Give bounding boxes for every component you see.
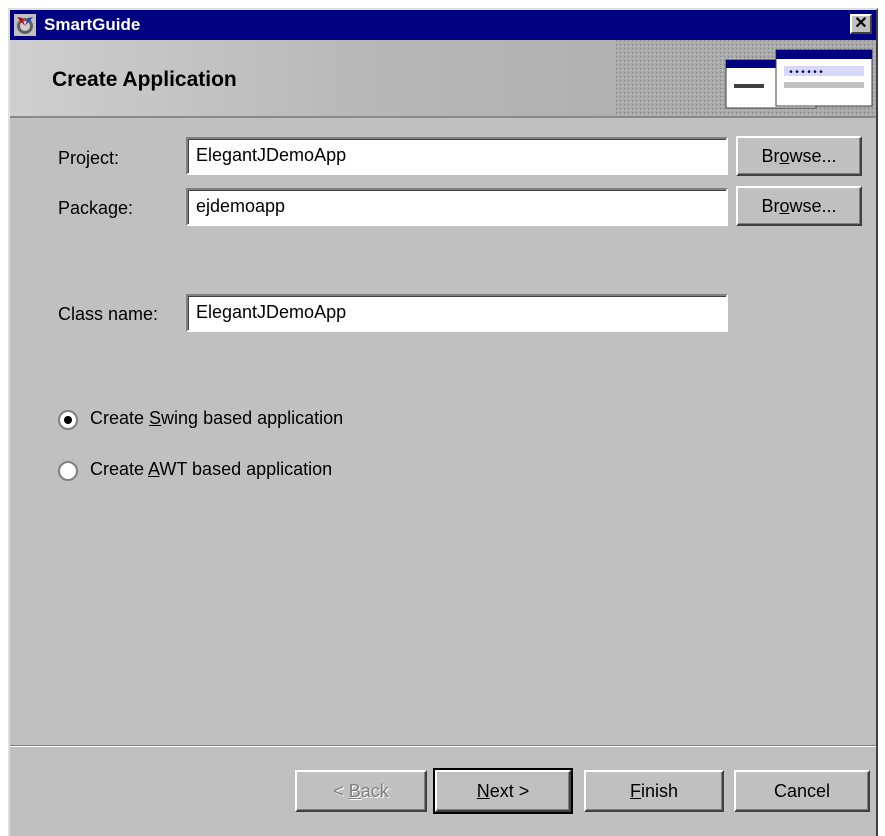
- awt-radio[interactable]: [58, 461, 78, 481]
- footer-separator: [10, 745, 876, 747]
- browse-package-button[interactable]: Browse...: [736, 186, 862, 226]
- page-title: Create Application: [52, 68, 237, 91]
- browse-project-button[interactable]: Browse...: [736, 136, 862, 176]
- smartguide-window: SmartGuide ✕ Create Application •••••• P…: [8, 8, 878, 836]
- next-button[interactable]: Next >: [433, 768, 573, 814]
- title-bar[interactable]: SmartGuide ✕: [10, 10, 876, 40]
- close-button[interactable]: ✕: [850, 14, 872, 34]
- swing-radio[interactable]: [58, 410, 78, 430]
- class-name-label: Class name:: [58, 304, 159, 324]
- svg-text:••••••: ••••••: [788, 68, 824, 79]
- class-name-field[interactable]: ElegantJDemoApp: [186, 294, 728, 332]
- project-field[interactable]: ElegantJDemoApp: [186, 137, 728, 175]
- window-title: SmartGuide: [44, 15, 141, 34]
- swing-radio-label[interactable]: Create Swing based application: [90, 408, 343, 429]
- close-icon: ✕: [854, 15, 868, 32]
- cancel-button[interactable]: Cancel: [734, 770, 870, 812]
- awt-radio-label[interactable]: Create AWT based application: [90, 459, 332, 480]
- app-icon: [14, 14, 36, 36]
- wizard-header: Create Application ••••••: [10, 40, 876, 118]
- finish-button[interactable]: Finish: [584, 770, 724, 812]
- back-button[interactable]: < Back: [295, 770, 427, 812]
- package-label: Package:: [58, 198, 134, 218]
- package-field[interactable]: ejdemoapp: [186, 188, 728, 226]
- wizard-banner-graphic: ••••••: [616, 40, 876, 116]
- project-label: Project:: [58, 148, 120, 168]
